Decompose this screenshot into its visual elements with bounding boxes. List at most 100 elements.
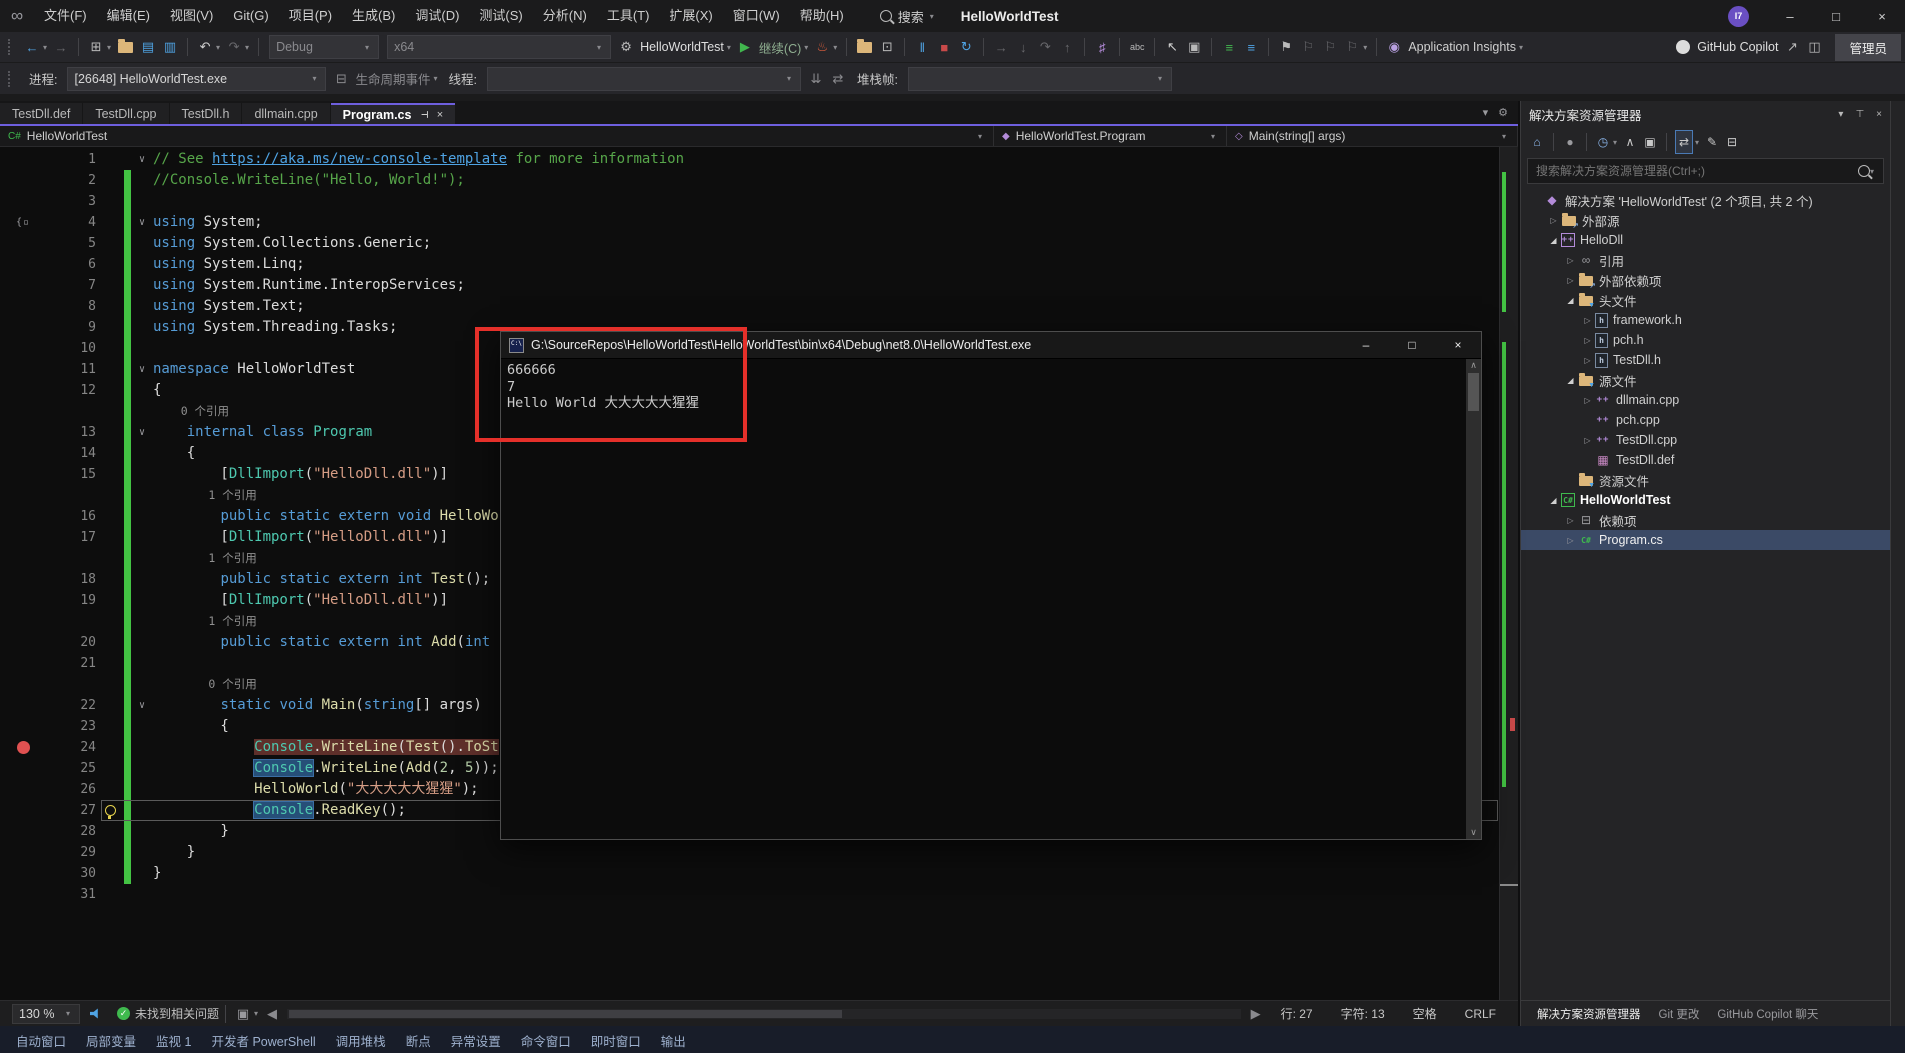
tree-expander-icon[interactable]: ▷ bbox=[1563, 516, 1578, 525]
editor-horizontal-scrollbar[interactable] bbox=[287, 1009, 1241, 1019]
tool-window-tab-局部变量[interactable]: 局部变量 bbox=[76, 1031, 146, 1050]
tree-expander-icon[interactable]: ◢ bbox=[1563, 296, 1578, 305]
navbar-segment-2[interactable]: ◇Main(string[] args)▾ bbox=[1227, 126, 1518, 146]
continue-label[interactable]: 继续(C) bbox=[759, 38, 801, 57]
tree-item-pch.cpp[interactable]: ++pch.cpp bbox=[1521, 410, 1890, 430]
tree-item-hellodll[interactable]: ◢++HelloDll bbox=[1521, 230, 1890, 250]
scroll-down-icon[interactable]: ∨ bbox=[1466, 827, 1481, 838]
breakpoint-gutter[interactable] bbox=[0, 758, 32, 779]
tool-window-tab-调用堆栈[interactable]: 调用堆栈 bbox=[326, 1031, 396, 1050]
breakpoint-gutter[interactable] bbox=[0, 317, 32, 338]
chevron-down-icon[interactable]: ▾ bbox=[245, 43, 249, 52]
github-copilot-button[interactable]: GitHub Copilot bbox=[1697, 40, 1778, 54]
new-project-button[interactable]: ⊞ bbox=[87, 36, 105, 58]
menu-item-11[interactable]: 窗口(W) bbox=[723, 0, 790, 32]
restore-button[interactable]: □ bbox=[1813, 0, 1859, 32]
panel-tab-Git 更改[interactable]: Git 更改 bbox=[1651, 1006, 1708, 1022]
breakpoint-gutter[interactable] bbox=[0, 737, 32, 758]
window-layout-button[interactable]: ⊡ bbox=[878, 36, 896, 58]
menu-item-9[interactable]: 工具(T) bbox=[597, 0, 660, 32]
tree-expander-icon[interactable]: ▷ bbox=[1563, 536, 1578, 545]
tree-item--[interactable]: ▷∞引用 bbox=[1521, 250, 1890, 270]
code-line[interactable]: 6using System.Linq; bbox=[0, 254, 1518, 275]
search-box[interactable]: 搜索 ▾ bbox=[870, 7, 947, 26]
breakpoint-gutter[interactable] bbox=[0, 695, 32, 716]
tab-testdll-def[interactable]: TestDll.def bbox=[0, 103, 82, 124]
breakpoint-gutter[interactable] bbox=[0, 401, 32, 422]
properties-button[interactable]: ▣ bbox=[1642, 131, 1658, 153]
breakpoint-gutter[interactable] bbox=[0, 485, 32, 506]
tree-expander-icon[interactable]: ▷ bbox=[1580, 336, 1595, 345]
navbar-segment-1[interactable]: ◆HelloWorldTest.Program▾ bbox=[994, 126, 1227, 146]
menu-item-12[interactable]: 帮助(H) bbox=[790, 0, 854, 32]
toggle-bookmark-button[interactable]: ⚑ bbox=[1277, 36, 1295, 58]
chevron-down-icon[interactable]: ▾ bbox=[254, 1009, 258, 1018]
breakpoint-gutter[interactable] bbox=[0, 800, 32, 821]
tab-testdll-cpp[interactable]: TestDll.cpp bbox=[83, 103, 168, 124]
selection-mode-button[interactable]: ↖ bbox=[1163, 36, 1181, 58]
tree-item--[interactable]: ▷↗外部源 bbox=[1521, 210, 1890, 230]
stop-debugging-button[interactable]: ■ bbox=[935, 36, 953, 58]
pending-changes-filter-button[interactable]: ● bbox=[1562, 131, 1578, 153]
close-button[interactable]: × bbox=[1859, 0, 1905, 32]
tree-expander-icon[interactable]: ▷ bbox=[1580, 316, 1595, 325]
tool-window-tab-异常设置[interactable]: 异常设置 bbox=[441, 1031, 511, 1050]
se-pin-icon[interactable]: ⊤ bbox=[1855, 109, 1864, 120]
stack-frame-dropdown[interactable]: ▾ bbox=[908, 67, 1172, 91]
lifecycle-events-button[interactable]: 生命周期事件 bbox=[355, 69, 430, 88]
health-indicator[interactable]: 未找到相关问题 bbox=[135, 1005, 219, 1022]
breakpoint-gutter[interactable] bbox=[0, 338, 32, 359]
code-line[interactable]: 1∨// See https://aka.ms/new-console-temp… bbox=[0, 149, 1518, 170]
navigate-back-button[interactable]: ← bbox=[23, 36, 41, 58]
menu-item-2[interactable]: 视图(V) bbox=[160, 0, 223, 32]
breakpoint-gutter[interactable] bbox=[0, 422, 32, 443]
undo-button[interactable]: ↶ bbox=[196, 36, 214, 58]
tree-expander-icon[interactable]: ◢ bbox=[1563, 376, 1578, 385]
chevron-down-icon[interactable]: ▾ bbox=[1519, 43, 1523, 52]
breakpoint-gutter[interactable] bbox=[0, 170, 32, 191]
tree-expander-icon[interactable]: ▷ bbox=[1546, 216, 1561, 225]
fold-chevron-icon[interactable]: ∨ bbox=[131, 212, 153, 233]
chevron-down-icon[interactable]: ▾ bbox=[1502, 132, 1506, 141]
breakpoint-gutter[interactable] bbox=[0, 842, 32, 863]
menu-item-10[interactable]: 扩展(X) bbox=[659, 0, 722, 32]
tool-window-tab-监视 1[interactable]: 监视 1 bbox=[146, 1031, 201, 1050]
close-icon[interactable]: × bbox=[437, 109, 443, 121]
next-bookmark-button[interactable]: ⚐ bbox=[1321, 36, 1339, 58]
menu-item-8[interactable]: 分析(N) bbox=[533, 0, 597, 32]
menu-item-7[interactable]: 测试(S) bbox=[469, 0, 532, 32]
tree-expander-icon[interactable]: ◢ bbox=[1546, 496, 1561, 505]
fold-chevron-icon[interactable]: ∨ bbox=[131, 695, 153, 716]
breakpoint-gutter[interactable] bbox=[0, 569, 32, 590]
document-outline-button[interactable]: ▣ bbox=[1185, 36, 1203, 58]
account-avatar[interactable]: I7 bbox=[1728, 6, 1749, 27]
codelens-references[interactable]: 1 个引用 bbox=[153, 488, 257, 502]
feedback-icon[interactable]: ◫ bbox=[1805, 36, 1823, 58]
show-threads-in-source-icon[interactable]: ⇊ bbox=[807, 68, 825, 90]
hot-reload-button[interactable]: ♨ bbox=[813, 36, 831, 58]
tree-expander-icon[interactable]: ▷ bbox=[1563, 256, 1578, 265]
panel-tab-GitHub Copilot 聊天[interactable]: GitHub Copilot 聊天 bbox=[1709, 1006, 1826, 1022]
timeline-button[interactable]: ◷ bbox=[1595, 131, 1611, 153]
fold-chevron-icon[interactable]: ∨ bbox=[131, 359, 153, 380]
breakpoint-gutter[interactable] bbox=[0, 590, 32, 611]
tree-expander-icon[interactable]: ▷ bbox=[1580, 356, 1595, 365]
tree-expander-icon[interactable]: ▷ bbox=[1580, 436, 1595, 445]
preview-selected-items-button[interactable]: ⊟ bbox=[1724, 131, 1740, 153]
syntax-visualizer-button[interactable]: ♯ bbox=[1093, 36, 1111, 58]
tree-item-testdll.def[interactable]: ▦TestDll.def bbox=[1521, 450, 1890, 470]
tree-item-dllmain.cpp[interactable]: ▷++dllmain.cpp bbox=[1521, 390, 1890, 410]
codelens-references[interactable]: 1 个引用 bbox=[153, 614, 257, 628]
code-health-icon[interactable]: ▣ bbox=[234, 1003, 252, 1025]
code-line[interactable]: 3 bbox=[0, 191, 1518, 212]
previous-bookmark-button[interactable]: ⚐ bbox=[1299, 36, 1317, 58]
console-scrollbar[interactable]: ∧ ∨ bbox=[1466, 359, 1481, 839]
tool-window-tab-输出[interactable]: 输出 bbox=[651, 1031, 696, 1050]
breakpoint-gutter[interactable] bbox=[0, 254, 32, 275]
tool-window-tab-即时窗口[interactable]: 即时窗口 bbox=[581, 1031, 651, 1050]
breakpoint-gutter[interactable] bbox=[0, 863, 32, 884]
tool-window-tab-自动窗口[interactable]: 自动窗口 bbox=[6, 1031, 76, 1050]
menu-item-0[interactable]: 文件(F) bbox=[34, 0, 97, 32]
code-line[interactable]: {▫4∨using System; bbox=[0, 212, 1518, 233]
step-into-button[interactable]: ↓ bbox=[1014, 36, 1032, 58]
